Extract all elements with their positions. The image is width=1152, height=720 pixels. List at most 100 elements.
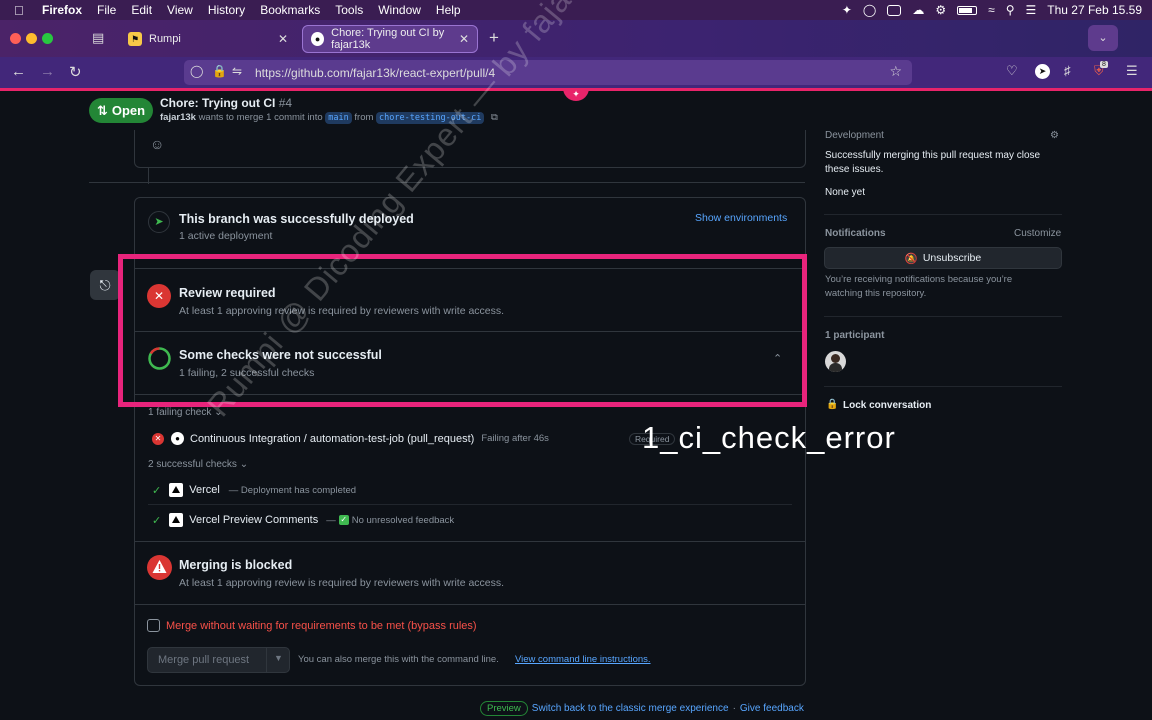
- pr-state-badge: ⇅ Open: [89, 98, 153, 123]
- new-tab-plus-icon[interactable]: +: [489, 28, 499, 48]
- sidebar-divider: [824, 316, 1062, 317]
- check-success-icon: ✓: [152, 514, 162, 527]
- pr-title-text: Chore: Trying out CI: [160, 96, 276, 110]
- avatar[interactable]: [825, 351, 846, 372]
- menu-file[interactable]: File: [97, 3, 116, 17]
- window-zoom-button[interactable]: [42, 33, 53, 44]
- bypass-rules-label[interactable]: Merge without waiting for requirements t…: [166, 620, 477, 632]
- collapse-chevron-up-icon[interactable]: ⌃: [773, 352, 782, 365]
- menu-view[interactable]: View: [167, 3, 193, 17]
- failing-checks-header[interactable]: 1 failing check ⌄: [148, 407, 223, 418]
- copy-icon[interactable]: ⧉: [491, 112, 498, 123]
- github-favicon-icon: ●: [311, 32, 325, 46]
- head-branch[interactable]: chore-testing-out-ci: [376, 112, 485, 124]
- battery-icon[interactable]: [957, 5, 978, 15]
- menu-edit[interactable]: Edit: [131, 3, 152, 17]
- extension-badge: 8: [1100, 61, 1108, 68]
- menu-history[interactable]: History: [208, 3, 245, 17]
- spotlight-search-icon[interactable]: ⚲: [1006, 3, 1015, 17]
- merge-options-caret-icon[interactable]: ▼: [274, 653, 283, 663]
- check-name[interactable]: Vercel Preview Comments: [189, 514, 318, 526]
- pr-number: #4: [278, 96, 293, 110]
- extensions-puzzle-icon[interactable]: ♯: [1064, 63, 1071, 78]
- tab-rumpi[interactable]: ⚑ Rumpi ✕: [120, 25, 296, 53]
- lock-icon[interactable]: 🔒: [826, 399, 838, 410]
- lock-conversation-link[interactable]: Lock conversation: [843, 400, 931, 411]
- review-failed-x-icon: ✕: [147, 284, 171, 308]
- switch-classic-link[interactable]: Switch back to the classic merge experie…: [532, 703, 729, 714]
- status-window-icon[interactable]: [887, 4, 902, 16]
- status-app-icon[interactable]: ✦: [842, 3, 852, 17]
- rumpi-favicon-icon: ⚑: [128, 32, 142, 46]
- check-row-success[interactable]: ✓ Vercel Preview Comments — ✓ No unresol…: [152, 513, 454, 527]
- menu-bookmarks[interactable]: Bookmarks: [260, 3, 320, 17]
- review-required-subtitle: At least 1 approving review is required …: [179, 305, 505, 317]
- window-close-button[interactable]: [10, 33, 21, 44]
- apple-menu-icon[interactable]: : [14, 3, 30, 18]
- tracking-shield-icon[interactable]: ◯: [190, 64, 203, 78]
- tab-list-chevron-icon[interactable]: ⌄: [1088, 25, 1118, 51]
- tab-close-icon[interactable]: ✕: [278, 32, 288, 46]
- notifications-text: You’re receiving notifications because y…: [825, 274, 1013, 299]
- merge-pull-request-button[interactable]: Merge pull request ▼: [147, 647, 290, 673]
- pocket-icon[interactable]: ♡: [1006, 63, 1018, 79]
- input-source-icon[interactable]: ⚙: [935, 3, 946, 17]
- check-name[interactable]: Continuous Integration / automation-test…: [190, 433, 474, 445]
- reload-icon[interactable]: ↻: [69, 63, 82, 81]
- macos-menu-bar:  Firefox File Edit View History Bookmar…: [0, 0, 1152, 20]
- pr-title: Chore: Trying out CI #4: [160, 96, 292, 110]
- rocket-icon: ➤: [148, 211, 170, 233]
- forward-arrow-icon[interactable]: →: [40, 63, 55, 80]
- menu-clock[interactable]: Thu 27 Feb 15.59: [1047, 3, 1142, 17]
- tab-overview-icon[interactable]: ▤: [92, 30, 104, 46]
- show-environments-link[interactable]: Show environments: [695, 212, 787, 224]
- permissions-icon[interactable]: ⇋: [232, 64, 242, 78]
- row-divider: [148, 504, 792, 505]
- check-row-success[interactable]: ✓ Vercel — Deployment has completed: [152, 483, 356, 497]
- section-divider: [134, 394, 806, 395]
- menu-app-name[interactable]: Firefox: [42, 3, 82, 17]
- notifications-label: Notifications: [825, 228, 886, 239]
- tab-pull-request[interactable]: ● Chore: Trying out CI by fajar13k ✕: [302, 25, 478, 53]
- back-arrow-icon[interactable]: ←: [11, 63, 26, 80]
- menu-help[interactable]: Help: [436, 3, 461, 17]
- hamburger-menu-icon[interactable]: ☰: [1126, 63, 1138, 79]
- checks-title[interactable]: Some checks were not successful: [179, 348, 382, 362]
- tab-close-icon[interactable]: ✕: [459, 32, 469, 46]
- check-name[interactable]: Vercel: [189, 484, 220, 496]
- window-minimize-button[interactable]: [26, 33, 37, 44]
- development-text: Successfully merging this pull request m…: [825, 150, 1041, 175]
- successful-checks-header[interactable]: 2 successful checks ⌄: [148, 459, 248, 470]
- menu-tools[interactable]: Tools: [335, 3, 363, 17]
- customize-link[interactable]: Customize: [1014, 228, 1061, 239]
- bookmark-star-icon[interactable]: ☆: [889, 63, 902, 80]
- lock-icon[interactable]: 🔒: [212, 64, 227, 78]
- control-center-icon[interactable]: ☰: [1026, 3, 1037, 17]
- warning-triangle-icon: [147, 555, 172, 580]
- url-text[interactable]: https://github.com/fajar13k/react-expert…: [255, 66, 495, 80]
- cloud-icon[interactable]: ☁: [912, 3, 924, 17]
- tab-label: Chore: Trying out CI by fajar13k: [331, 27, 445, 51]
- check-status: Failing after 46s: [481, 433, 549, 444]
- gear-icon[interactable]: ⚙: [1050, 130, 1059, 141]
- checks-status-ring-icon: [148, 347, 171, 370]
- status-sync-icon[interactable]: ◯: [863, 3, 876, 17]
- check-row-failing[interactable]: ✕ ● Continuous Integration / automation-…: [152, 432, 676, 445]
- pr-merge-text: wants to merge 1 commit into: [198, 112, 323, 123]
- give-feedback-link[interactable]: Give feedback: [740, 703, 804, 714]
- cli-text: You can also merge this with the command…: [298, 654, 499, 665]
- deployment-subtitle: 1 active deployment: [179, 230, 273, 242]
- base-branch[interactable]: main: [325, 112, 352, 124]
- wifi-icon[interactable]: ≈: [988, 3, 995, 17]
- preview-badge: Preview: [480, 701, 528, 716]
- cli-instructions-link[interactable]: View command line instructions.: [515, 654, 651, 665]
- emoji-reaction-icon[interactable]: ☺: [150, 136, 164, 152]
- bypass-rules-checkbox[interactable]: [147, 619, 160, 632]
- pr-author-link[interactable]: fajar13k: [160, 112, 196, 123]
- unsubscribe-button[interactable]: 🔕 Unsubscribe: [824, 247, 1062, 269]
- menu-window[interactable]: Window: [378, 3, 421, 17]
- pr-state-label: Open: [111, 103, 146, 118]
- address-bar[interactable]: ◯ 🔒 ⇋ https://github.com/fajar13k/react-…: [184, 60, 912, 85]
- deployment-title: This branch was successfully deployed: [179, 212, 414, 226]
- extension-icon[interactable]: ➤: [1035, 64, 1050, 79]
